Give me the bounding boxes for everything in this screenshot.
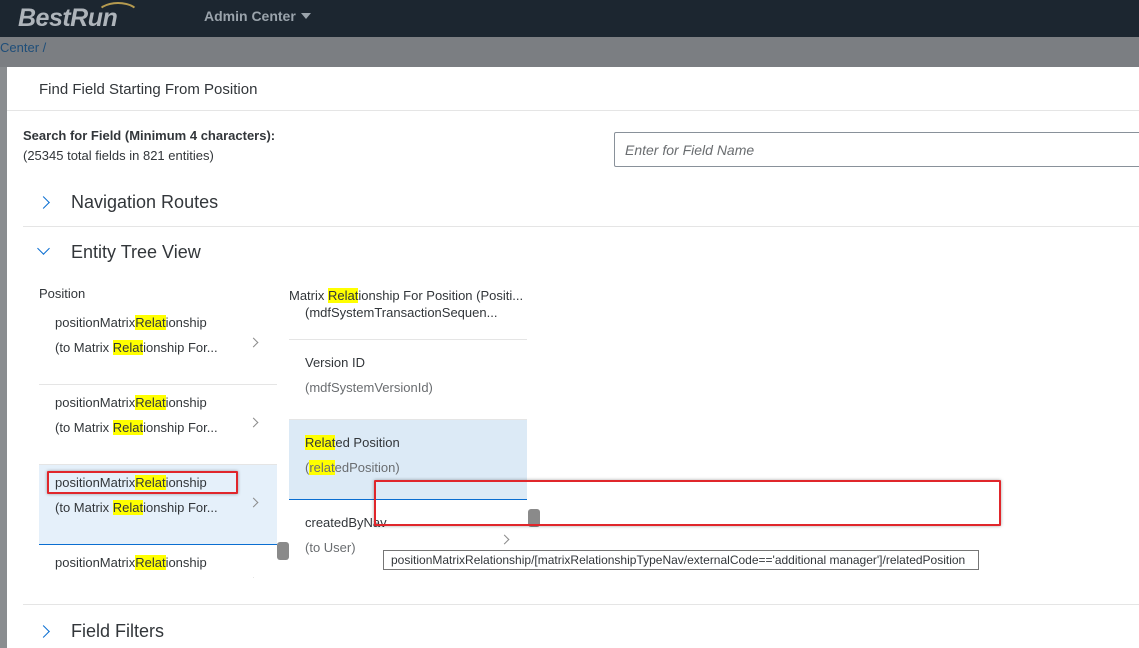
list-item[interactable]: positionMatrixRelationship (to Matrix Re… xyxy=(39,305,277,385)
item-name: Matrix Relationship For Position (Positi… xyxy=(289,288,523,303)
find-field-dialog: Find Field Starting From Position Search… xyxy=(7,67,1139,648)
text: ionship xyxy=(165,315,207,330)
text: positionMatrix xyxy=(55,315,136,330)
column-title-position: Position xyxy=(39,286,86,301)
item-technical-id: (relatedPosition) xyxy=(305,460,400,475)
chevron-right-icon xyxy=(37,196,50,209)
item-name: positionMatrixRelationship xyxy=(55,555,207,570)
panel-title: Field Filters xyxy=(71,621,165,641)
search-highlight: Relat xyxy=(112,500,144,515)
field-path-tooltip: positionMatrixRelationship/[matrixRelati… xyxy=(383,550,979,570)
text: ionship xyxy=(165,395,207,410)
dialog-header: Find Field Starting From Position xyxy=(7,67,1139,111)
list-item[interactable]: Matrix Relationship For Position (Positi… xyxy=(289,279,527,340)
text: Matrix xyxy=(289,288,328,303)
text: (mdfSystemVersionId) xyxy=(305,380,433,395)
text: (to Matrix xyxy=(55,340,113,355)
text: ionship For... xyxy=(143,340,218,355)
caret-down-icon[interactable] xyxy=(301,13,311,19)
search-highlight: Relat xyxy=(112,420,144,435)
text: ed Position xyxy=(335,435,400,450)
text: (to Matrix xyxy=(55,500,113,515)
divider xyxy=(23,604,1139,605)
chevron-right-icon xyxy=(248,337,259,348)
text: edPosition) xyxy=(334,460,400,475)
chevron-right-icon xyxy=(37,625,50,638)
item-target: (to Matrix Relationship For... xyxy=(55,340,218,355)
text: (to Matrix xyxy=(55,420,113,435)
search-highlight: Relat xyxy=(328,288,359,303)
list-item[interactable]: Version ID (mdfSystemVersionId) xyxy=(289,340,527,420)
search-label: Search for Field (Minimum 4 characters): xyxy=(23,128,276,143)
background-page-strip xyxy=(0,37,1139,67)
item-target: (to Matrix Relationship For... xyxy=(55,420,218,435)
item-name: positionMatrixRelationship xyxy=(55,395,207,410)
text: ionship For Position (Positi... xyxy=(358,288,524,303)
item-name: positionMatrixRelationship xyxy=(55,315,207,330)
search-highlight: Relat xyxy=(112,340,144,355)
item-target: (to User) xyxy=(305,540,356,555)
panel-title: Navigation Routes xyxy=(71,192,219,212)
search-highlight: Relat xyxy=(135,395,166,410)
item-target: (to Matrix Relationship For... xyxy=(55,500,218,515)
list-item[interactable]: positionMatrixRelationship (to Matrix Re… xyxy=(39,385,277,465)
item-technical-id: (mdfSystemVersionId) xyxy=(305,380,433,395)
text: ionship For... xyxy=(143,420,218,435)
chevron-down-icon xyxy=(37,242,50,255)
text: (to User) xyxy=(305,540,356,555)
text: Version ID xyxy=(305,355,365,370)
left-scrollbar-thumb[interactable] xyxy=(277,542,289,560)
logo-swoosh-icon xyxy=(96,2,140,28)
annotation-highlight-box xyxy=(47,471,238,494)
annotation-highlight-box xyxy=(374,480,1001,526)
search-highlight: Relat xyxy=(135,555,166,570)
field-list-related: Matrix Relationship For Position (Positi… xyxy=(289,279,527,579)
search-highlight: Relat xyxy=(305,435,336,450)
field-name-search-input[interactable] xyxy=(614,132,1139,167)
text: positionMatrix xyxy=(55,395,136,410)
app-title-menu[interactable]: Admin Center xyxy=(204,8,296,24)
search-highlight: relat xyxy=(309,460,335,475)
item-name: Related Position xyxy=(305,435,400,450)
search-field-count: (25345 total fields in 821 entities) xyxy=(23,148,214,163)
panel-navigation-routes[interactable]: Navigation Routes xyxy=(23,184,1139,224)
entity-list-position: positionMatrixRelationship (to Matrix Re… xyxy=(39,305,277,578)
panel-field-filters[interactable]: Field Filters xyxy=(23,613,1139,648)
item-technical-id: (mdfSystemTransactionSequen... xyxy=(305,305,497,320)
breadcrumb[interactable]: Center / xyxy=(0,40,46,55)
text: positionMatrix xyxy=(55,555,136,570)
panel-title: Entity Tree View xyxy=(71,242,201,262)
background-page-edge xyxy=(0,67,7,648)
text: ionship xyxy=(165,555,207,570)
dialog-title: Find Field Starting From Position xyxy=(39,81,258,98)
text: ionship For... xyxy=(143,500,218,515)
list-item[interactable]: positionMatrixRelationship xyxy=(39,545,277,578)
chevron-right-icon xyxy=(248,417,259,428)
chevron-right-icon xyxy=(248,497,259,508)
search-highlight: Relat xyxy=(135,315,166,330)
divider xyxy=(23,226,1139,227)
shell-bar: BestRun Admin Center xyxy=(0,0,1139,37)
chevron-right-icon xyxy=(499,534,510,545)
item-name: Version ID xyxy=(305,355,365,370)
panel-entity-tree-view[interactable]: Entity Tree View xyxy=(23,234,1139,274)
text: (mdfSystemTransactionSequen... xyxy=(305,305,498,320)
